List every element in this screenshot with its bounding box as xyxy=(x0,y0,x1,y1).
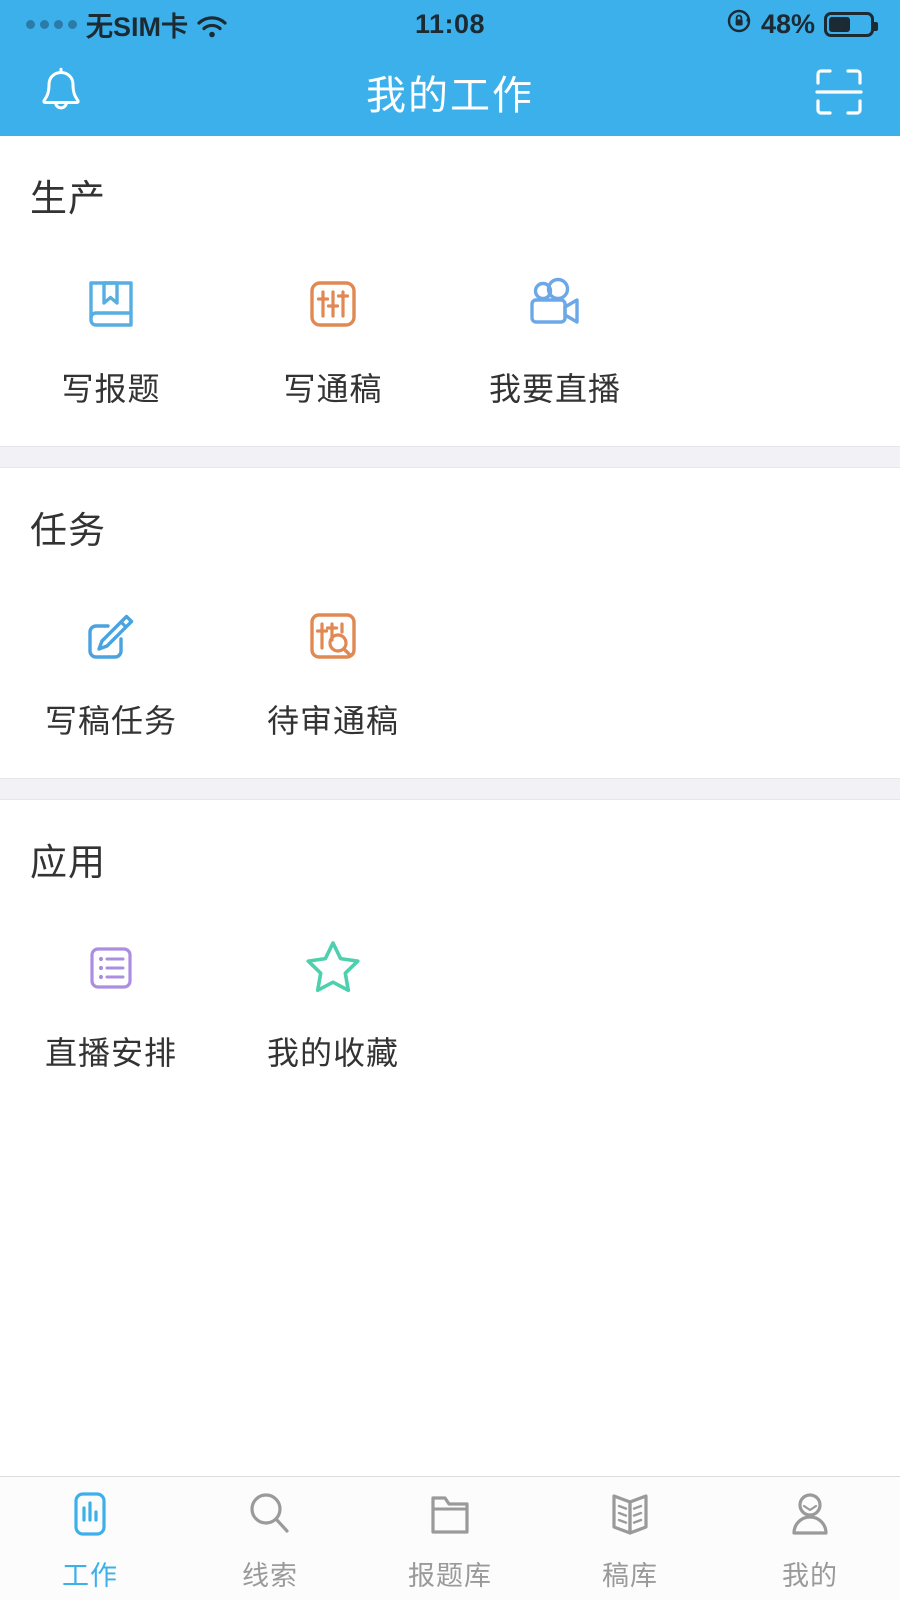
book-bookmark-icon xyxy=(77,264,145,338)
rotation-lock-icon xyxy=(726,8,752,41)
section-tasks: 任务 写稿任务 待审通稿 xyxy=(0,467,900,778)
tab-label: 我的 xyxy=(782,1561,838,1591)
tab-mine[interactable]: 我的 xyxy=(720,1484,900,1593)
edit-pencil-box-icon xyxy=(77,596,145,670)
battery-percent-label: 48% xyxy=(760,8,816,39)
page-title: 我的工作 xyxy=(366,74,534,118)
app-item-label: 写稿任务 xyxy=(44,702,177,739)
tab-clues[interactable]: 线索 xyxy=(180,1484,360,1593)
app-item-label: 我要直播 xyxy=(488,370,621,407)
section-grid: 写稿任务 待审通稿 xyxy=(0,556,900,742)
section-divider xyxy=(0,777,900,800)
section-production: 生产 写报题 写通稿 我要直播 xyxy=(0,136,900,446)
bottom-tab-bar: 工作 线索 报题库 稿库 我的 xyxy=(0,1476,900,1600)
section-title: 任务 xyxy=(30,509,106,551)
video-camera-icon xyxy=(521,264,589,338)
app-item-label: 写通稿 xyxy=(283,370,383,407)
status-bar-time: 11:08 xyxy=(414,8,486,39)
app-header: 我的工作 xyxy=(0,48,900,136)
tab-label: 工作 xyxy=(62,1561,118,1591)
tab-label: 稿库 xyxy=(602,1561,658,1591)
app-item-live-schedule[interactable]: 直播安排 xyxy=(0,922,222,1074)
search-icon xyxy=(243,1484,297,1544)
content-filler xyxy=(0,1109,900,1476)
sliders-box-icon xyxy=(299,264,367,338)
tab-label: 线索 xyxy=(242,1561,298,1591)
main-content: 生产 写报题 写通稿 我要直播 任务 写稿任务 待审通稿 应用 直播安排 我的收… xyxy=(0,136,900,1476)
section-title: 生产 xyxy=(30,178,106,219)
sliders-search-box-icon xyxy=(299,596,367,670)
section-grid: 直播安排 我的收藏 xyxy=(0,888,900,1074)
app-item-write-release[interactable]: 写通稿 xyxy=(222,258,444,410)
list-box-icon xyxy=(77,928,145,1002)
wifi-icon xyxy=(197,13,227,38)
app-item-label: 写报题 xyxy=(61,370,161,407)
status-bar: 无SIM卡 11:08 48% xyxy=(0,0,900,48)
work-chart-icon xyxy=(63,1484,117,1544)
tab-work[interactable]: 工作 xyxy=(0,1484,180,1593)
scan-qr-icon[interactable] xyxy=(808,61,870,123)
signal-dots-icon xyxy=(26,19,77,29)
app-item-label: 待审通稿 xyxy=(266,702,399,739)
folder-icon xyxy=(423,1484,477,1544)
status-bar-right: 48% xyxy=(485,8,879,41)
section-apps: 应用 直播安排 我的收藏 xyxy=(0,799,900,1110)
app-screen: 无SIM卡 11:08 48% 我的工作 生产 写报题 写通稿 我要直播 任务 … xyxy=(0,0,900,1600)
app-item-write-topic[interactable]: 写报题 xyxy=(0,258,222,410)
tab-topic-library[interactable]: 报题库 xyxy=(360,1484,540,1593)
battery-icon xyxy=(824,11,879,37)
bell-icon[interactable] xyxy=(30,61,92,123)
section-grid: 写报题 写通稿 我要直播 xyxy=(0,224,900,410)
tab-label: 报题库 xyxy=(408,1561,492,1591)
app-item-label: 直播安排 xyxy=(44,1034,177,1071)
tab-manuscript-library[interactable]: 稿库 xyxy=(540,1484,720,1593)
person-icon xyxy=(783,1484,837,1544)
status-bar-left: 无SIM卡 xyxy=(26,5,415,44)
app-item-label: 我的收藏 xyxy=(266,1034,399,1071)
star-icon xyxy=(298,928,368,1002)
app-item-writing-task[interactable]: 写稿任务 xyxy=(0,590,222,742)
carrier-label: 无SIM卡 xyxy=(86,11,189,42)
open-book-icon xyxy=(603,1484,657,1544)
app-item-review-release[interactable]: 待审通稿 xyxy=(222,590,444,742)
app-item-go-live[interactable]: 我要直播 xyxy=(444,258,666,410)
section-title: 应用 xyxy=(30,841,106,883)
app-item-my-favorites[interactable]: 我的收藏 xyxy=(222,922,444,1074)
section-divider xyxy=(0,445,900,468)
